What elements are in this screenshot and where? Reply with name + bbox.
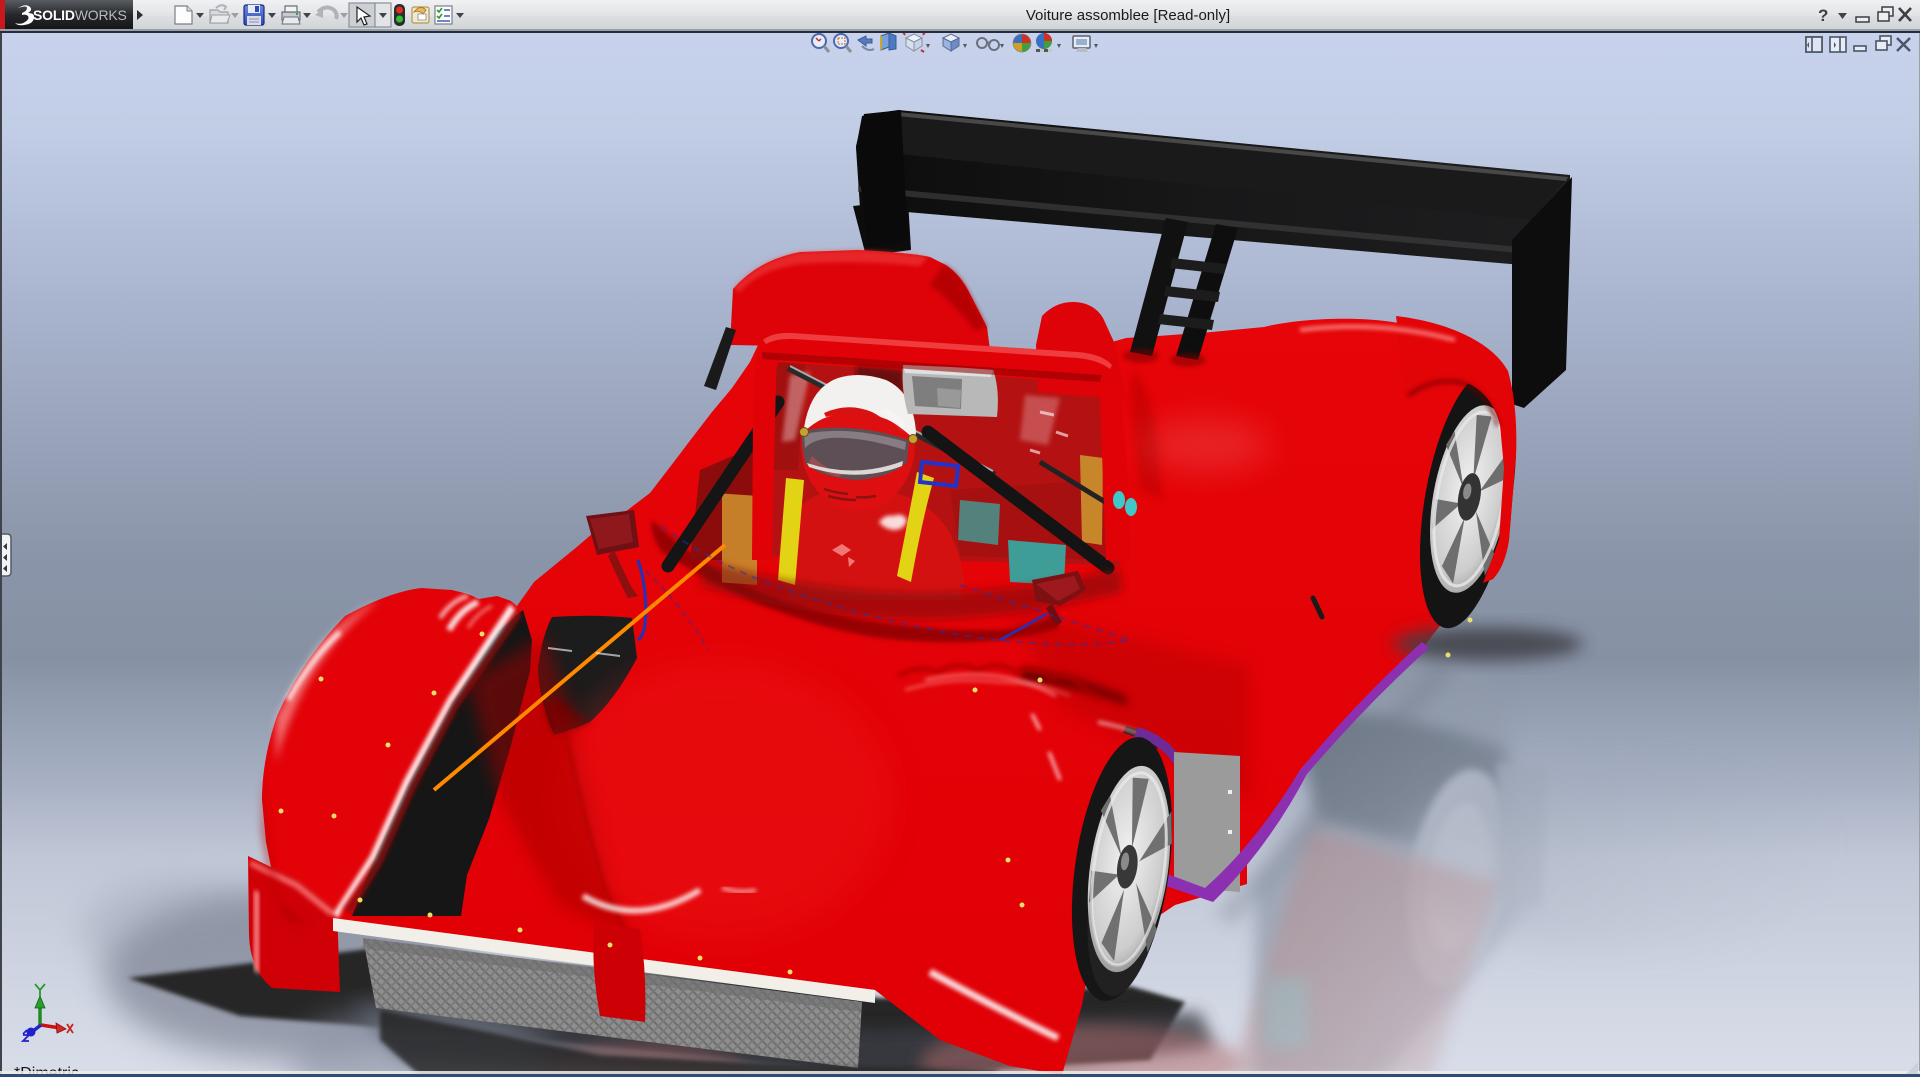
svg-text:SOLIDWORKS: SOLIDWORKS <box>33 7 127 23</box>
svg-text:?: ? <box>1818 6 1828 25</box>
svg-text:Voiture assomblee [Read-only]: Voiture assomblee [Read-only] <box>1026 7 1230 24</box>
